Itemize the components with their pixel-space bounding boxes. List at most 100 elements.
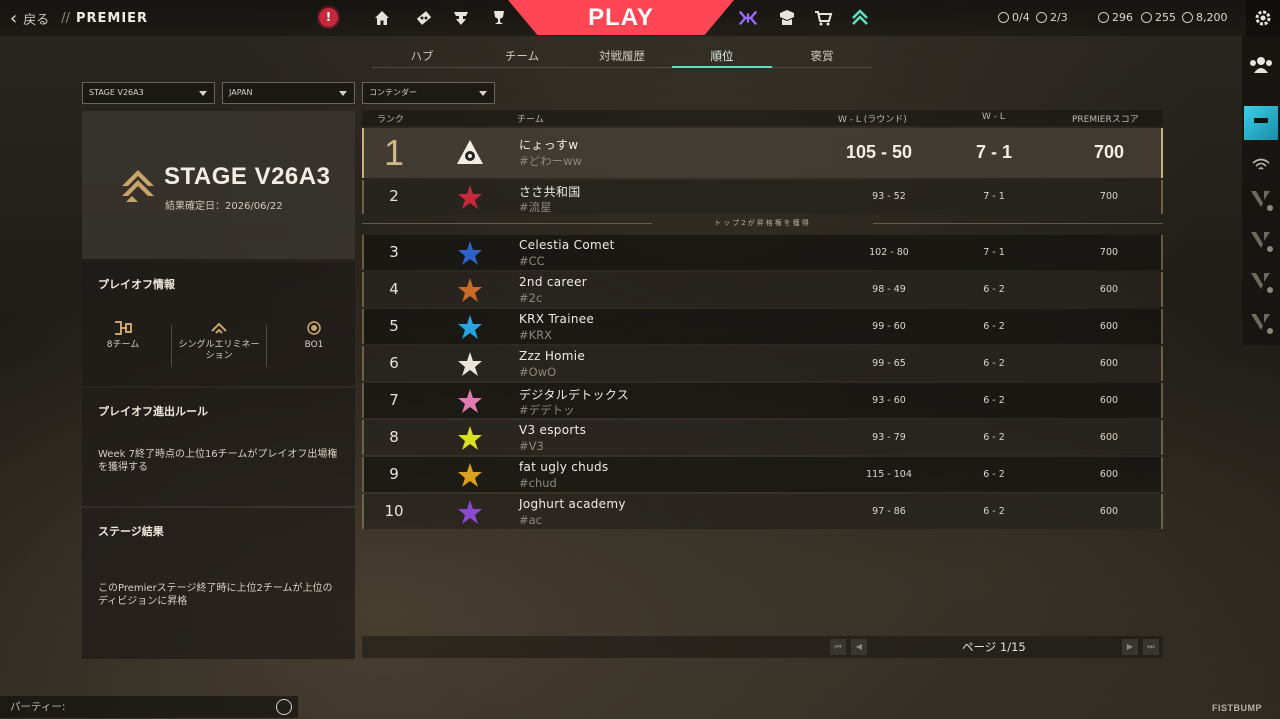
social-icon <box>1250 57 1272 73</box>
table-row[interactable]: 4 2nd career #2c 98 - 49 6 - 2 600 <box>362 272 1163 307</box>
player-avatar[interactable] <box>1242 104 1280 142</box>
currency-kingdom: 8,200 <box>1182 11 1228 24</box>
team-tag: #どわーww <box>519 154 582 168</box>
agents-icon[interactable] <box>451 8 471 28</box>
tab-rewards[interactable]: 褒賞 <box>772 44 872 67</box>
prev-page-button[interactable]: ◀ <box>851 639 867 655</box>
win-loss: 6 - 2 <box>983 505 1005 517</box>
friend-icon <box>1251 314 1273 334</box>
round-record: 98 - 49 <box>872 283 906 295</box>
first-page-button[interactable]: ⏮ <box>830 639 846 655</box>
last-page-button[interactable]: ⏭ <box>1143 639 1159 655</box>
team-name: ささ共和国 <box>519 185 581 199</box>
team-name: Joghurt academy <box>519 497 626 511</box>
yellow-v-logo <box>458 425 482 450</box>
team-tag: #デデトッ <box>519 403 575 417</box>
table-row[interactable]: 8 V3 esports #V3 93 - 79 6 - 2 600 <box>362 420 1163 455</box>
round-record: 93 - 52 <box>872 191 906 202</box>
rank-value: 1 <box>383 132 405 173</box>
tab-team[interactable]: チーム <box>472 44 572 67</box>
party-label: パーティー: <box>10 701 66 713</box>
team-name: にょっすw <box>519 138 579 152</box>
region-dropdown[interactable]: JAPAN <box>222 82 355 104</box>
team-name: 2nd career <box>519 275 587 289</box>
table-row[interactable]: 10 Joghurt academy #ac 97 - 86 6 - 2 600 <box>362 494 1163 529</box>
win-loss: 7 - 1 <box>975 142 1013 162</box>
table-row[interactable]: 6 Zzz Homie #OwO 99 - 65 6 - 2 600 <box>362 346 1163 381</box>
chevron-down-icon <box>199 91 207 96</box>
rank-value: 7 <box>389 390 399 409</box>
table-row[interactable]: 3 Celestia Comet #CC 102 - 80 7 - 1 700 <box>362 235 1163 270</box>
win-loss: 6 - 2 <box>983 283 1005 295</box>
win-loss: 7 - 1 <box>983 246 1005 258</box>
division-dropdown[interactable]: コンテンダー <box>362 82 495 104</box>
friend-slot[interactable] <box>1242 262 1280 300</box>
table-row[interactable]: 7 デジタルデトックス #デデトッ 93 - 60 6 - 2 600 <box>362 383 1163 418</box>
alert-icon[interactable]: ! <box>319 8 338 27</box>
tab-match-history[interactable]: 対戦履歴 <box>572 44 672 67</box>
social-button[interactable] <box>1242 46 1280 84</box>
playoff-format-item: シングルエリミネーション <box>175 320 263 362</box>
currency-kingdom-value: 8,200 <box>1196 11 1228 24</box>
chevron-down-icon <box>479 91 487 96</box>
settings-button[interactable] <box>1246 0 1280 36</box>
region-dropdown-value: JAPAN <box>229 88 253 97</box>
avatar <box>1244 106 1278 140</box>
table-row[interactable]: 9 fat ugly chuds #chud 115 - 104 6 - 2 600 <box>362 457 1163 492</box>
tab-standings[interactable]: 順位 <box>672 44 772 68</box>
bracket-icon <box>115 321 132 335</box>
stage-dropdown[interactable]: STAGE V26A3 <box>82 82 215 104</box>
stage-result-section: ステージ結果 このPremierステージ終了時に上位2チームが上位のディビジョン… <box>82 508 355 659</box>
currency-radianite: 255 <box>1141 11 1176 24</box>
friend-slot[interactable] <box>1242 180 1280 218</box>
playoff-teams-item: 8チーム <box>98 320 148 351</box>
premier-score: 600 <box>1099 468 1119 480</box>
currency-vp: 296 <box>1098 11 1133 24</box>
playoff-rule-section: プレイオフ進出ルール Week 7終了時点の上位16チームがプレイオフ出場権を獲… <box>82 388 355 506</box>
premier-icon[interactable] <box>850 8 870 28</box>
back-button[interactable]: ‹ 戻る // PREMIER <box>10 9 148 28</box>
premier-score: 600 <box>1099 320 1119 332</box>
chud-logo <box>458 462 482 487</box>
playoff-rule-text: Week 7終了時点の上位16チームがプレイオフ出場権を獲得する <box>98 449 338 473</box>
friend-icon <box>1251 232 1273 252</box>
division-dropdown-value: コンテンダー <box>369 88 417 97</box>
friend-icon <box>1251 273 1273 293</box>
friend-icon <box>1251 191 1273 211</box>
next-page-button[interactable]: ▶ <box>1122 639 1138 655</box>
gear-icon <box>1255 10 1271 26</box>
battlepass-icon[interactable] <box>738 8 758 28</box>
chat-icon[interactable] <box>276 699 292 715</box>
blue-star-logo <box>458 240 482 265</box>
friend-slot[interactable] <box>1242 303 1280 341</box>
round-record: 115 - 104 <box>866 468 912 480</box>
wifi-icon <box>1252 158 1270 170</box>
stage-title: STAGE V26A3 <box>164 163 331 190</box>
career-icon[interactable] <box>414 8 434 28</box>
play-button[interactable]: PLAY <box>508 0 734 35</box>
team-name: デジタルデトックス <box>519 388 630 402</box>
team-name: Zzz Homie <box>519 349 586 363</box>
bear-logo <box>458 277 482 302</box>
plus-token-icon <box>1036 12 1047 23</box>
home-icon[interactable] <box>372 8 392 28</box>
red-dragon-logo <box>458 185 482 209</box>
friend-slot[interactable] <box>1242 221 1280 259</box>
currency-radianite-value: 255 <box>1155 11 1176 24</box>
table-row[interactable]: 1 にょっすw #どわーww 105 - 50 7 - 1 700 <box>362 128 1163 178</box>
team-tag: #KRX <box>519 328 553 342</box>
rank-value: 6 <box>389 353 399 372</box>
pagination: ⏮ ◀ ページ 1/15 ▶ ⏭ <box>362 636 1163 658</box>
store-icon[interactable] <box>813 8 833 28</box>
chevron-down-icon <box>339 91 347 96</box>
tab-hub[interactable]: ハブ <box>372 44 472 67</box>
round-record: 99 - 60 <box>872 320 906 332</box>
table-row[interactable]: 5 KRX Trainee #KRX 99 - 60 6 - 2 600 <box>362 309 1163 344</box>
round-record: 105 - 50 <box>845 142 913 162</box>
trophy-icon[interactable] <box>489 8 509 28</box>
table-row[interactable]: 2 ささ共和国 #流星 93 - 52 7 - 1 700 <box>362 180 1163 214</box>
connection-status <box>1242 146 1280 184</box>
party-chat-input[interactable]: パーティー: <box>0 696 298 718</box>
stage-card: STAGE V26A3 結果確定日：2026/06/22 <box>82 111 355 259</box>
collection-icon[interactable] <box>777 8 797 28</box>
